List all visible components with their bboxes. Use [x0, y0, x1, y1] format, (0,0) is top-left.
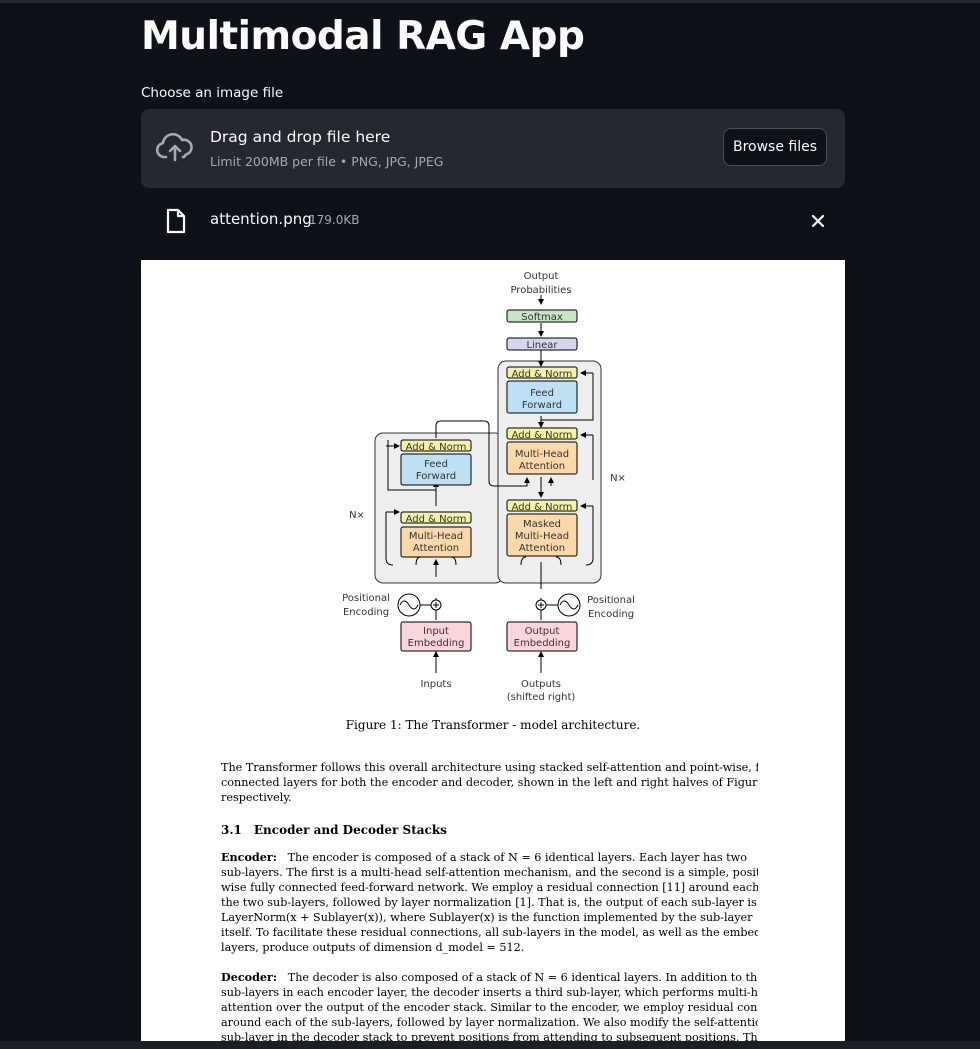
encoder-heading: Encoder:: [221, 850, 277, 864]
encoder-positional-encoding-2: Encoding: [343, 607, 389, 618]
dropzone-title: Drag and drop file here: [210, 128, 391, 146]
encoder-feed-forward-1: Feed: [424, 459, 448, 470]
decoder-feed-forward-1: Feed: [530, 388, 554, 399]
input-embedding-1: Input: [423, 626, 449, 637]
file-name: attention.png: [210, 210, 312, 228]
file-dropzone[interactable]: Drag and drop file here Limit 200MB per …: [141, 109, 845, 188]
inputs-label: Inputs: [420, 679, 451, 690]
section-heading: 3.1 Encoder and Decoder Stacks: [221, 823, 447, 837]
decoder-add-norm-2: Add & Norm: [512, 430, 573, 441]
decoder-add-norm-3: Add & Norm: [512, 369, 573, 380]
output-probabilities-label-2: Probabilities: [510, 285, 571, 296]
decoder-feed-forward-2: Forward: [522, 400, 562, 411]
decoder-cross-attention-2: Attention: [519, 461, 565, 472]
encoder-attention-2: Attention: [413, 543, 459, 554]
encoder-line: layers, produce outputs of dimension d_m…: [221, 941, 525, 954]
encoder-line: the two sub-layers, followed by layer no…: [221, 896, 757, 909]
encoder-add-norm-1: Add & Norm: [406, 514, 467, 525]
intro-line: connected layers for both the encoder an…: [221, 776, 758, 789]
decoder-add-norm-1: Add & Norm: [512, 502, 573, 513]
uploaded-file-row: attention.png 179.0KB: [141, 203, 845, 237]
decoder-nx-label: N×: [610, 473, 626, 484]
section-number: 3.1: [221, 823, 242, 837]
decoder-line: around each of the sub-layers, followed …: [221, 1016, 758, 1029]
output-probabilities-label: Output: [524, 271, 559, 282]
decoder-line: attention over the output of the encoder…: [221, 1001, 758, 1014]
file-size: 179.0KB: [309, 213, 360, 227]
bottom-border: [0, 1041, 980, 1049]
encoder-paragraph: Encoder: The encoder is composed of a st…: [221, 850, 758, 955]
file-icon: [166, 208, 186, 234]
output-embedding-2: Embedding: [514, 638, 571, 649]
outputs-label-2: (shifted right): [507, 692, 576, 703]
encoder-line: itself. To facilitate these residual con…: [221, 926, 758, 939]
decoder-positional-encoding-2: Encoding: [588, 609, 634, 620]
encoder-positional-encoding-1: Positional: [342, 593, 390, 604]
masked-attention-3: Attention: [519, 543, 565, 554]
linear-block: Linear: [526, 340, 558, 351]
output-embedding-1: Output: [525, 626, 560, 637]
encoder-add-norm-2: Add & Norm: [406, 442, 467, 453]
figure-caption: Figure 1: The Transformer - model archit…: [345, 718, 641, 732]
uploader-label: Choose an image file: [141, 85, 284, 101]
transformer-architecture-diagram: Output Probabilities Softmax Linear Add …: [342, 271, 635, 703]
decoder-line: The decoder is also composed of a stack …: [287, 971, 758, 984]
intro-line: The Transformer follows this overall arc…: [221, 761, 758, 774]
top-border: [0, 0, 980, 3]
decoder-line: sub-layers in each encoder layer, the de…: [221, 986, 758, 999]
page-title: Multimodal RAG App: [141, 14, 585, 59]
decoder-positional-encoding-1: Positional: [587, 595, 635, 606]
encoder-line: wise fully connected feed-forward networ…: [221, 881, 758, 894]
encoder-feed-forward-2: Forward: [416, 471, 456, 482]
encoder-nx-label: N×: [349, 510, 365, 521]
masked-attention-2: Multi-Head: [515, 531, 569, 542]
close-icon[interactable]: [807, 210, 829, 232]
section-title: Encoder and Decoder Stacks: [253, 823, 447, 837]
input-embedding-2: Embedding: [408, 638, 465, 649]
dropzone-limit-text: Limit 200MB per file • PNG, JPG, JPEG: [210, 154, 444, 169]
uploaded-image-preview: Output Probabilities Softmax Linear Add …: [141, 260, 845, 1042]
intro-paragraph: The Transformer follows this overall arc…: [221, 760, 758, 805]
encoder-line: sub-layers. The first is a multi-head se…: [221, 866, 758, 879]
masked-attention-1: Masked: [523, 519, 561, 530]
intro-line: respectively.: [221, 791, 292, 804]
encoder-line: LayerNorm(x + Sublayer(x)), where Sublay…: [221, 911, 753, 924]
browse-files-button[interactable]: Browse files: [723, 128, 827, 166]
decoder-paragraph: Decoder: The decoder is also composed of…: [221, 970, 758, 1042]
decoder-cross-attention-1: Multi-Head: [515, 449, 569, 460]
encoder-line: The encoder is composed of a stack of N …: [287, 851, 747, 864]
outputs-label-1: Outputs: [521, 679, 561, 690]
encoder-attention-1: Multi-Head: [409, 531, 463, 542]
decoder-heading: Decoder:: [221, 970, 278, 984]
cloud-upload-icon: [156, 132, 193, 162]
softmax-block: Softmax: [521, 312, 563, 323]
